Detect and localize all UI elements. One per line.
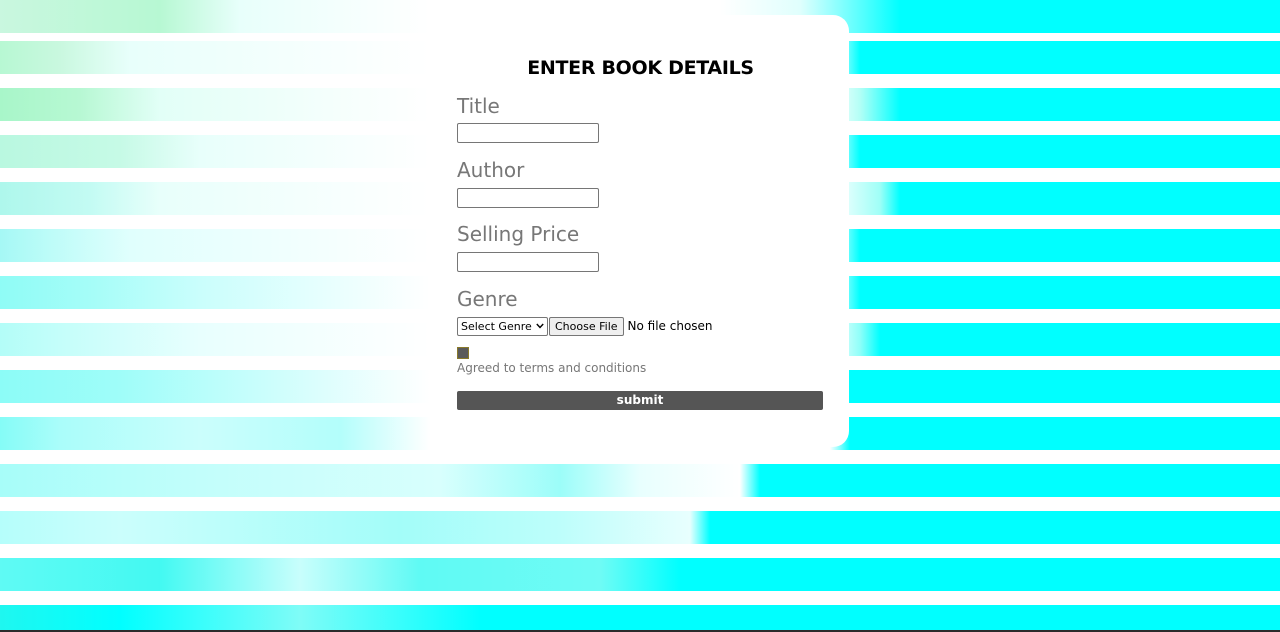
- selling-price-label: Selling Price: [457, 222, 580, 246]
- title-input[interactable]: [457, 123, 599, 143]
- selling-price-input[interactable]: [457, 252, 599, 272]
- author-input[interactable]: [457, 188, 599, 208]
- background-stripe: [0, 464, 1280, 497]
- choose-file-button[interactable]: Choose File: [549, 316, 624, 336]
- terms-checkbox[interactable]: [457, 347, 469, 359]
- genre-select[interactable]: Select Genre: [457, 316, 548, 336]
- title-label: Title: [457, 94, 500, 118]
- book-details-form-card: ENTER BOOK DETAILS Title Author Selling …: [432, 15, 849, 447]
- author-label: Author: [457, 158, 525, 182]
- genre-label: Genre: [457, 287, 518, 311]
- background-stripe: [0, 558, 1280, 591]
- background-stripe: [0, 605, 1280, 632]
- terms-label: Agreed to terms and conditions: [457, 361, 647, 375]
- genre-select-value: Select Genre: [461, 319, 532, 333]
- genre-row: Select Genre Choose File No file chosen: [457, 316, 713, 336]
- background-stripe: [0, 511, 1280, 544]
- submit-button[interactable]: submit: [457, 391, 823, 410]
- chevron-down-icon: [536, 322, 544, 330]
- form-title: ENTER BOOK DETAILS: [527, 57, 754, 79]
- file-status-text: No file chosen: [627, 319, 713, 333]
